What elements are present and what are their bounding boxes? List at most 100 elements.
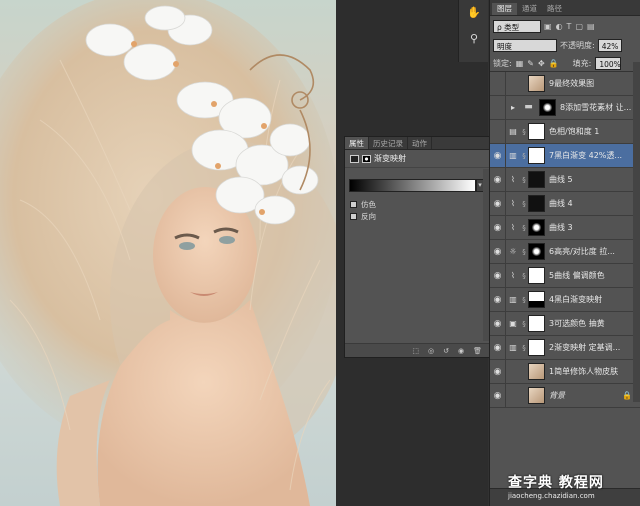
checkbox-box[interactable] (350, 213, 357, 220)
layer-row[interactable]: ◉ ▥ § 4黑白渐变映射 (490, 287, 640, 312)
layer-name: 曲线 3 (549, 223, 573, 232)
watermark-title: 查字典 教程网 (508, 475, 604, 491)
curves-icon: ⌇ (511, 271, 515, 280)
eye-icon[interactable]: ◉ (490, 167, 506, 192)
clip-icon[interactable]: ⬚ (412, 347, 419, 355)
layer-row[interactable]: ◉ ⌇ § 曲线 4 (490, 191, 640, 216)
curves-icon: ⌇ (511, 175, 515, 184)
layer-name: 曲线 5 (549, 175, 573, 184)
gradient-map-icon: ▥ (509, 295, 517, 304)
eye-icon[interactable]: ◉ (490, 335, 506, 360)
properties-tabs: 属性 历史记录 动作 (345, 137, 490, 150)
fill-label: 填充: (572, 58, 592, 68)
brightness-icon: ☼ (509, 247, 517, 256)
document-canvas[interactable] (0, 0, 336, 506)
lock-move-icon[interactable]: ✥ (538, 59, 545, 68)
tab-properties[interactable]: 属性 (345, 137, 369, 149)
reverse-checkbox[interactable]: 反向 (350, 211, 376, 222)
lock-row: 锁定: ▦ ✎ ✥ 🔒 填充: 100% (490, 55, 640, 72)
dither-label: 仿色 (361, 200, 376, 209)
adjustment-filter-icon[interactable]: ◐ (556, 22, 563, 31)
link-icon: § (522, 247, 526, 256)
fill-input[interactable]: 100% (595, 56, 622, 70)
eye-icon[interactable]: ◉ (490, 191, 506, 216)
layer-mask-thumbnail (528, 147, 545, 164)
layer-row[interactable]: ▤ § 色相/饱和度 1 (490, 119, 640, 144)
layer-name: 色相/饱和度 1 (549, 127, 600, 136)
visibility-icon[interactable]: ◉ (458, 347, 464, 355)
type-filter-icon[interactable]: T (567, 22, 572, 31)
eye-icon[interactable]: ◉ (490, 239, 506, 264)
visibility-toggle[interactable] (490, 71, 506, 96)
eye-icon[interactable]: ◉ (490, 359, 506, 384)
opacity-input[interactable]: 42% (597, 39, 622, 52)
layers-scrollbar[interactable] (633, 62, 640, 402)
selective-color-icon: ▣ (509, 319, 517, 328)
filter-type-dropdown[interactable]: ρ 类型 (493, 19, 541, 33)
blend-mode-dropdown[interactable]: 明度 (493, 39, 557, 52)
layer-thumbnail (528, 363, 545, 380)
brush-preset-icon[interactable]: ✋ (465, 4, 483, 22)
layer-row[interactable]: ◉ 1简单修饰人物皮肤 (490, 359, 640, 384)
layer-row[interactable]: ◉ ☼ § 6高亮/对比度 拉... (490, 239, 640, 264)
dither-checkbox[interactable]: 仿色 (350, 199, 376, 210)
smart-filter-icon[interactable]: ▤ (587, 22, 595, 31)
gradient-map-icon: ▥ (509, 343, 517, 352)
layer-row[interactable]: 9最终效果图 (490, 71, 640, 96)
layer-row[interactable]: ◉ ▥ § 2渐变映射 定基调... (490, 335, 640, 360)
checkbox-box[interactable] (350, 201, 357, 208)
layer-name: 7黑白渐变 42%透... (549, 151, 623, 160)
tab-history[interactable]: 历史记录 (369, 137, 408, 149)
layer-list: 9最终效果图 ▸ ▬ 8添加雪花素材 让... ▤ § 色相/饱和度 1 ◉ ▥… (490, 71, 640, 408)
photo-image (0, 0, 336, 506)
eye-icon[interactable]: ◉ (490, 143, 506, 168)
gradient-picker[interactable] (349, 179, 476, 192)
trash-icon[interactable]: 🗑 (473, 347, 482, 355)
layer-mask-thumbnail (528, 267, 545, 284)
layer-row[interactable]: ◉ ⌇ § 5曲线 偏调颜色 (490, 263, 640, 288)
tab-channels[interactable]: 通道 (517, 3, 542, 15)
pixel-filter-icon[interactable]: ▣ (544, 22, 552, 31)
layer-name: 曲线 4 (549, 199, 573, 208)
visibility-toggle[interactable] (490, 95, 506, 120)
layer-row-selected[interactable]: ◉ ▥ § 7黑白渐变 42%透... (490, 143, 640, 168)
layer-name: 3可选颜色 抽黄 (549, 319, 605, 328)
layer-row[interactable]: ◉ ⌇ § 曲线 5 (490, 167, 640, 192)
layer-mask-thumbnail (528, 195, 545, 212)
blend-row: 明度 不透明度: 42% (490, 36, 640, 55)
layer-mask-thumbnail (528, 243, 545, 260)
layer-row[interactable]: ▸ ▬ 8添加雪花素材 让... (490, 95, 640, 120)
eye-icon[interactable]: ◉ (490, 383, 506, 408)
reset-icon[interactable]: ↺ (443, 347, 449, 355)
mask-icon[interactable] (362, 154, 371, 163)
view-previous-icon[interactable]: ◎ (428, 347, 434, 355)
folder-icon: ▬ (524, 102, 533, 112)
layer-row[interactable]: ◉ ⌇ § 曲线 3 (490, 215, 640, 240)
reverse-label: 反向 (361, 212, 376, 221)
lock-all-icon[interactable]: 🔒 (549, 59, 559, 68)
tab-paths[interactable]: 路径 (542, 3, 567, 15)
layer-row[interactable]: ◉ 背景 🔒 (490, 383, 640, 408)
eye-icon[interactable]: ◉ (490, 311, 506, 336)
eye-icon[interactable]: ◉ (490, 263, 506, 288)
link-icon: § (522, 295, 526, 304)
properties-footer: ⬚ ◎ ↺ ◉ 🗑 (345, 343, 490, 357)
layer-mask-thumbnail (528, 171, 545, 188)
link-icon: § (522, 127, 526, 136)
tab-layers[interactable]: 图层 (492, 3, 517, 15)
layer-row[interactable]: ◉ ▣ § 3可选颜色 抽黄 (490, 311, 640, 336)
layer-mask-thumbnail (528, 315, 545, 332)
lock-pixels-icon[interactable]: ▦ (516, 59, 524, 68)
eye-icon[interactable]: ◉ (490, 287, 506, 312)
properties-panel: 属性 历史记录 动作 渐变映射 ▾ 仿色 反向 ⬚ ◎ ↺ ◉ 🗑 (344, 136, 491, 358)
photoshop-window: ✋ ⚲ 属性 历史记录 动作 渐变映射 ▾ 仿色 反向 ⬚ ◎ ↺ ◉ 🗑 图层… (0, 0, 640, 506)
tab-actions[interactable]: 动作 (408, 137, 432, 149)
shape-filter-icon[interactable]: ▢ (575, 22, 583, 31)
link-icon: § (522, 271, 526, 280)
eye-icon[interactable]: ◉ (490, 215, 506, 240)
visibility-toggle[interactable] (490, 119, 506, 144)
expand-arrow-icon[interactable]: ▸ (506, 103, 520, 112)
adjustment-icon[interactable]: ⚲ (465, 30, 483, 48)
link-icon: § (522, 151, 526, 160)
lock-paint-icon[interactable]: ✎ (527, 59, 534, 68)
